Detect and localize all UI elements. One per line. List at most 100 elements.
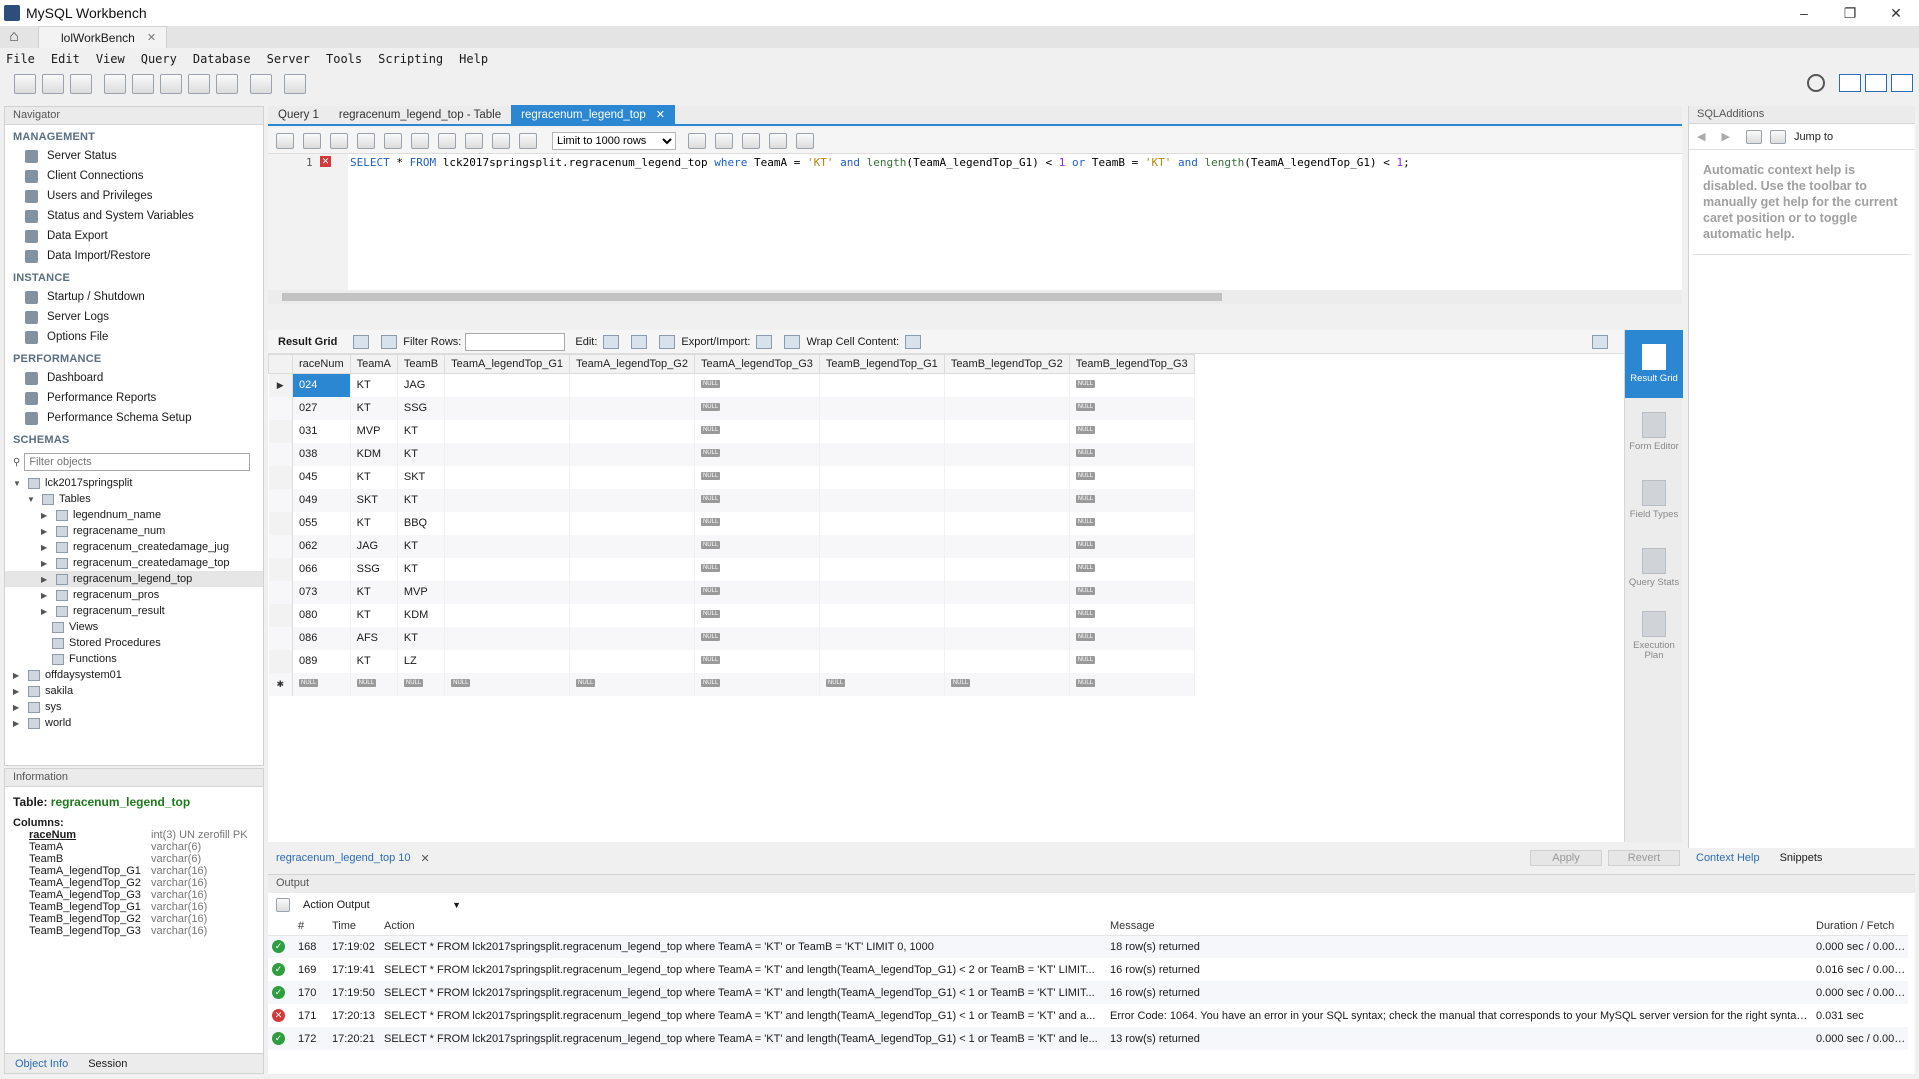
tree-table[interactable]: ▶ regracenum_createdamage_jug — [5, 539, 263, 555]
table-cell[interactable]: KDM — [397, 603, 446, 627]
table-cell[interactable]: NULL — [694, 419, 820, 443]
table-cell[interactable] — [444, 603, 571, 627]
menu-edit[interactable]: Edit — [51, 52, 80, 66]
table-row[interactable]: 049 SKT KT NULL NULL — [268, 488, 1195, 512]
beautify-icon[interactable] — [715, 132, 733, 149]
nav-data-import[interactable]: Data Import/Restore — [5, 246, 263, 266]
result-tab[interactable]: regracenum_legend_top 10 — [276, 852, 411, 864]
limit-rows-select[interactable]: Limit to 1000 rows — [552, 131, 676, 150]
table-cell[interactable]: NULL — [350, 672, 398, 696]
table-cell[interactable] — [444, 465, 571, 489]
tab-context-help[interactable]: Context Help — [1696, 852, 1760, 864]
tab-table-editor[interactable]: regracenum_legend_top - Table — [329, 105, 511, 124]
column-header-TeamB_legendTop_G2[interactable]: TeamB_legendTop_G2 — [943, 354, 1070, 374]
toggle-error-icon[interactable] — [438, 132, 456, 149]
table-cell[interactable] — [944, 649, 1070, 673]
execute-current-icon[interactable] — [357, 132, 375, 149]
table-cell[interactable] — [569, 534, 695, 558]
table-cell[interactable]: NULL — [694, 488, 820, 512]
menu-server[interactable]: Server — [267, 52, 310, 66]
table-cell[interactable]: 080 — [292, 603, 351, 627]
table-cell[interactable] — [569, 419, 695, 443]
row-header[interactable]: ▶ — [268, 373, 293, 397]
table-cell[interactable] — [569, 649, 695, 673]
create-view-icon[interactable] — [160, 74, 182, 94]
table-cell[interactable]: NULL — [694, 626, 820, 650]
gear-icon[interactable] — [1807, 74, 1825, 92]
autocommit-icon[interactable] — [519, 132, 537, 149]
table-row[interactable]: 055 KT BBQ NULL NULL — [268, 511, 1195, 535]
table-row[interactable]: 038 KDM KT NULL NULL — [268, 442, 1195, 466]
table-cell[interactable] — [569, 511, 695, 535]
table-cell[interactable] — [569, 580, 695, 604]
nav-server-status[interactable]: Server Status — [5, 146, 263, 166]
tab-regracenum-legend-top[interactable]: regracenum_legend_top ✕ — [511, 105, 676, 124]
table-row[interactable]: 031 MVP KT NULL NULL — [268, 419, 1195, 443]
column-header-TeamA[interactable]: TeamA — [349, 354, 398, 374]
table-cell[interactable]: 049 — [292, 488, 351, 512]
table-cell[interactable]: 038 — [292, 442, 351, 466]
row-header[interactable] — [268, 511, 293, 535]
import-icon[interactable] — [784, 334, 801, 349]
table-cell[interactable] — [944, 373, 1070, 397]
table-cell[interactable]: NULL — [694, 672, 820, 696]
row-header[interactable] — [268, 488, 293, 512]
close-icon[interactable]: ✕ — [421, 852, 430, 865]
sql-editor[interactable]: 1 ✕ SELECT * FROM lck2017springsplit.reg… — [268, 154, 1682, 304]
table-cell[interactable]: NULL — [292, 672, 351, 696]
table-cell[interactable] — [569, 396, 695, 420]
table-cell[interactable] — [444, 534, 571, 558]
menu-scripting[interactable]: Scripting — [378, 52, 443, 66]
table-cell[interactable]: NULL — [569, 672, 695, 696]
open-file-icon[interactable] — [276, 132, 294, 149]
table-cell[interactable]: NULL — [1069, 626, 1195, 650]
find-icon[interactable] — [742, 132, 760, 149]
table-cell[interactable]: KT — [397, 488, 446, 512]
open-sql-script-icon[interactable] — [42, 74, 64, 94]
output-row[interactable]: ✕ 171 17:20:13 SELECT * FROM lck2017springs… — [268, 1004, 1908, 1027]
table-cell[interactable]: 086 — [292, 626, 351, 650]
table-cell[interactable]: BBQ — [397, 511, 446, 535]
table-cell[interactable]: KDM — [350, 442, 398, 466]
table-cell[interactable] — [944, 626, 1070, 650]
table-cell[interactable] — [819, 373, 945, 397]
table-cell[interactable] — [444, 442, 571, 466]
wrap-cell-icon[interactable] — [905, 334, 922, 349]
expanded-arrow-icon[interactable]: ▼ — [13, 479, 23, 488]
tab-snippets[interactable]: Snippets — [1780, 852, 1823, 864]
table-cell[interactable] — [944, 488, 1070, 512]
row-header[interactable] — [268, 580, 293, 604]
table-row[interactable]: 045 KT SKT NULL NULL — [268, 465, 1195, 489]
collapsed-arrow-icon[interactable]: ▶ — [13, 671, 23, 680]
table-cell[interactable]: AFS — [350, 626, 398, 650]
row-header[interactable] — [268, 465, 293, 489]
jump-to-label[interactable]: Jump to — [1794, 131, 1833, 143]
connection-tab[interactable]: lolWorkBench ✕ — [38, 26, 168, 48]
table-cell[interactable]: KT — [350, 373, 398, 397]
table-cell[interactable] — [819, 603, 945, 627]
row-header[interactable] — [268, 534, 293, 558]
row-header[interactable] — [268, 603, 293, 627]
row-header[interactable] — [268, 557, 293, 581]
nav-users-privileges[interactable]: Users and Privileges — [5, 186, 263, 206]
table-cell[interactable]: NULL — [397, 672, 446, 696]
invisible-chars-icon[interactable] — [769, 132, 787, 149]
table-cell[interactable]: NULL — [1069, 396, 1195, 420]
tab-query-1[interactable]: Query 1 — [268, 105, 329, 124]
table-cell[interactable]: KT — [350, 649, 398, 673]
table-cell[interactable]: 031 — [292, 419, 351, 443]
nav-data-export[interactable]: Data Export — [5, 226, 263, 246]
column-header-TeamA_legendTop_G2[interactable]: TeamA_legendTop_G2 — [569, 354, 695, 374]
nav-options-file[interactable]: Options File — [5, 327, 263, 347]
back-arrow-icon[interactable]: ◀ — [1697, 130, 1705, 143]
table-cell[interactable] — [819, 626, 945, 650]
tree-table[interactable]: ▶ regracenum_createdamage_top — [5, 555, 263, 571]
table-cell[interactable] — [569, 626, 695, 650]
collapsed-arrow-icon[interactable]: ▶ — [13, 703, 23, 712]
table-cell[interactable]: LZ — [397, 649, 446, 673]
row-header[interactable] — [268, 442, 293, 466]
table-cell[interactable] — [569, 603, 695, 627]
home-icon[interactable]: ⌂ — [0, 26, 28, 48]
filter-rows-input[interactable] — [465, 332, 566, 351]
table-cell[interactable]: NULL — [1069, 419, 1195, 443]
